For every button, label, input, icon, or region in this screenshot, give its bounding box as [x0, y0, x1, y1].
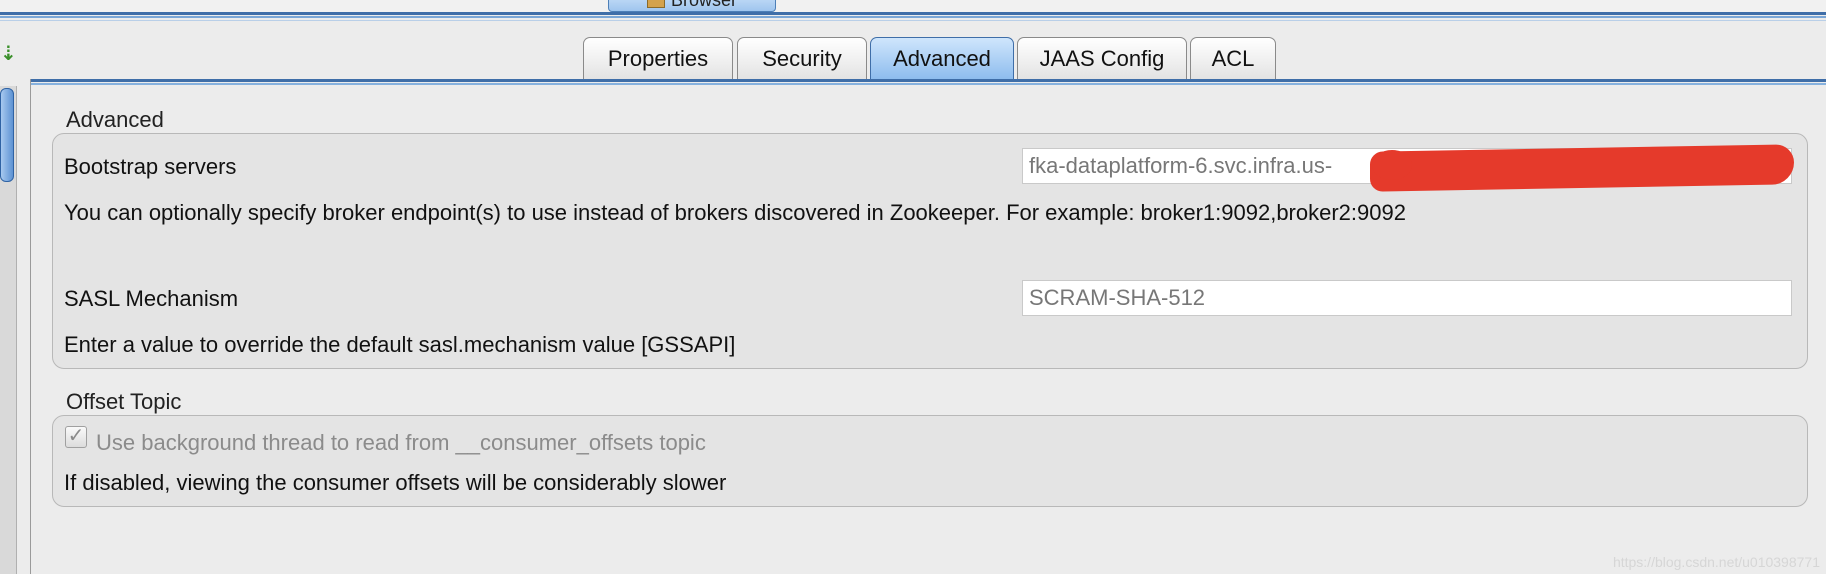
offset-topic-group-title: Offset Topic — [66, 389, 182, 414]
offset-topic-help: If disabled, viewing the consumer offset… — [64, 470, 727, 495]
top-divider-secondary — [0, 16, 1826, 18]
sasl-mechanism-help: Enter a value to override the default sa… — [64, 332, 736, 357]
bootstrap-servers-help: You can optionally specify broker endpoi… — [64, 200, 1406, 225]
browser-tab-label: Browser — [670, 0, 737, 10]
tab-content-divider-secondary — [30, 83, 1826, 85]
tab-acl[interactable]: ACL — [1190, 37, 1276, 79]
down-arrow-icon[interactable]: ⇣ — [0, 44, 17, 64]
tab-content-divider — [30, 79, 1826, 82]
scrollbar-thumb[interactable] — [0, 88, 14, 182]
redaction-mark — [1370, 144, 1794, 192]
folder-icon — [646, 0, 665, 9]
redaction-mark-start — [1372, 150, 1412, 180]
browser-tab[interactable]: Browser — [608, 0, 776, 12]
content-panel-edge — [30, 79, 31, 574]
tab-advanced[interactable]: Advanced — [870, 37, 1014, 79]
top-divider-tertiary — [0, 20, 1826, 21]
watermark: https://blog.csdn.net/u010398771 — [1612, 554, 1820, 570]
top-divider — [0, 12, 1826, 15]
advanced-group-title: Advanced — [66, 107, 164, 132]
tab-jaas-config[interactable]: JAAS Config — [1017, 37, 1187, 79]
background-thread-checkbox[interactable]: ✓ — [65, 426, 87, 448]
tab-properties[interactable]: Properties — [583, 37, 733, 79]
tab-security[interactable]: Security — [737, 37, 867, 79]
left-scrollbar[interactable] — [0, 86, 17, 574]
sasl-mechanism-input[interactable]: SCRAM-SHA-512 — [1022, 280, 1792, 316]
background-thread-label: Use background thread to read from __con… — [96, 430, 706, 455]
bootstrap-servers-label: Bootstrap servers — [64, 154, 237, 179]
sasl-mechanism-label: SASL Mechanism — [64, 286, 239, 311]
